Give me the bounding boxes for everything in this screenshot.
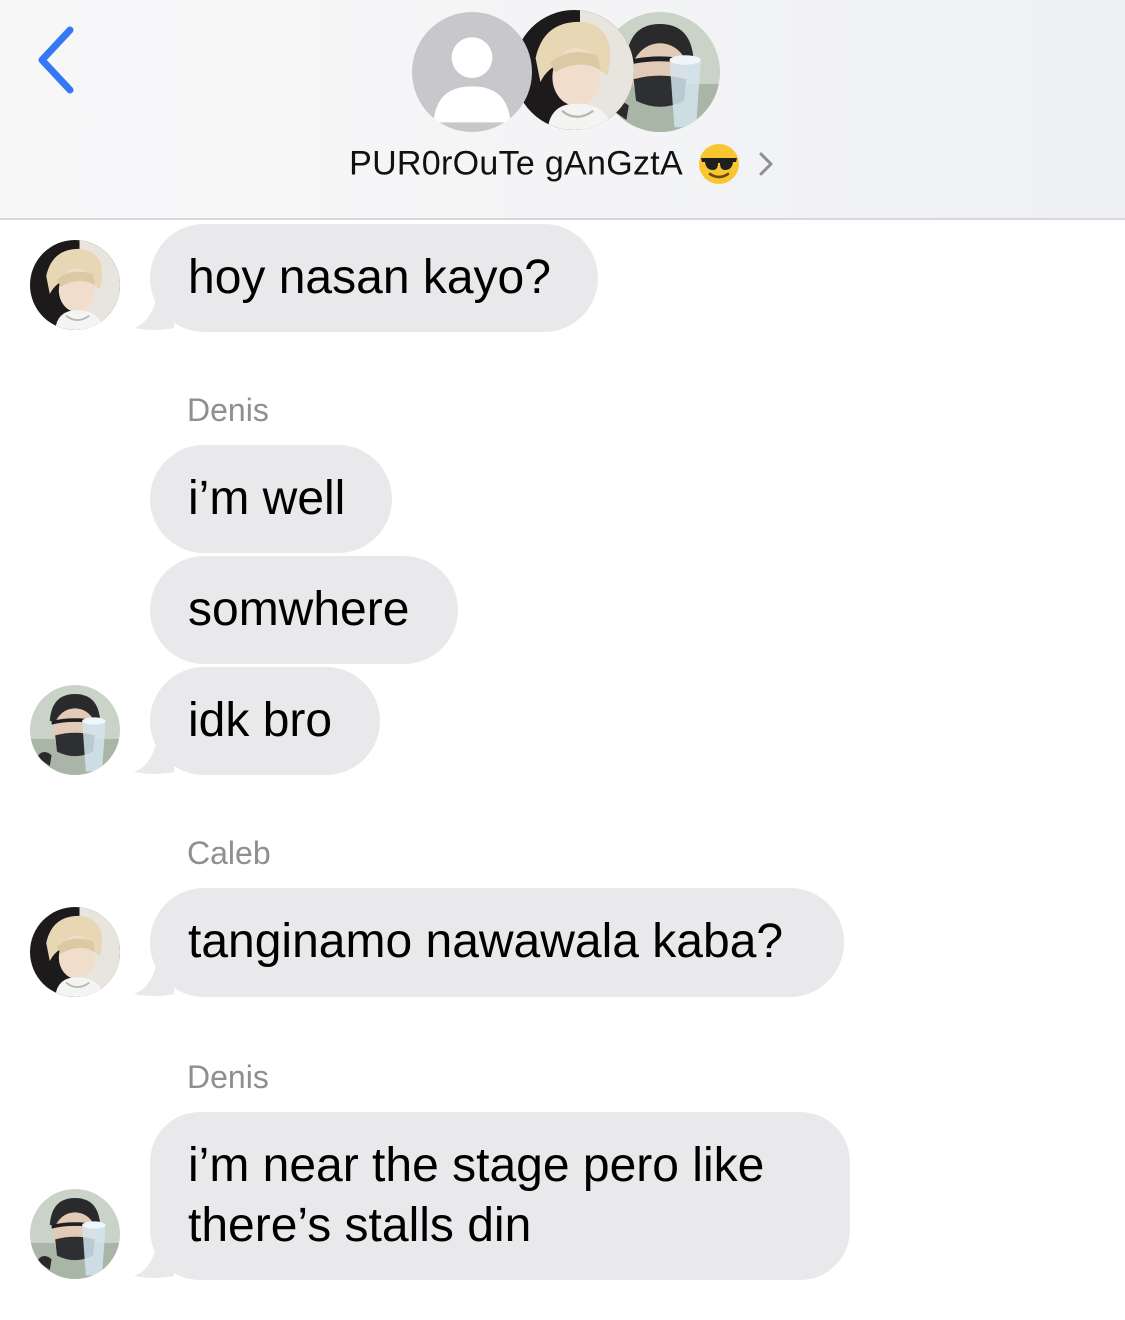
sender-name: Caleb (187, 835, 271, 871)
group-title-button[interactable]: PUR0rOuTe gAnGztA (0, 142, 1125, 192)
conversation-header: PUR0rOuTe gAnGztA (0, 0, 1125, 220)
sender-name: Denis (187, 1059, 269, 1095)
sender-avatar[interactable] (30, 685, 120, 775)
message-text: hoy nasan kayo? (188, 251, 551, 304)
message-text: i’m near the stage pero like there’s sta… (188, 1139, 765, 1252)
chevron-left-icon (38, 26, 74, 94)
sunglasses-emoji-icon (699, 144, 740, 184)
message-bubble[interactable]: i’m well (150, 445, 392, 553)
sender-name: Denis (187, 392, 269, 428)
sender-avatar[interactable] (30, 907, 120, 997)
message-bubble[interactable]: hoy nasan kayo? (150, 224, 598, 332)
group-avatars[interactable] (412, 10, 722, 134)
message-bubble[interactable]: i’m near the stage pero like there’s sta… (150, 1112, 850, 1280)
message-text: i’m well (188, 472, 346, 525)
message-bubble[interactable]: somwhere (150, 556, 458, 664)
message-text: idk bro (188, 694, 333, 747)
person-placeholder-icon (412, 12, 532, 132)
member-avatar-blonde (514, 10, 634, 130)
message-text: tanginamo nawawala kaba? (188, 915, 784, 968)
member-avatar-placeholder (412, 12, 532, 132)
group-title: PUR0rOuTe gAnGztA (349, 144, 683, 183)
message-text: somwhere (188, 583, 410, 636)
chevron-right-icon (759, 152, 773, 176)
sender-avatar[interactable] (30, 1189, 120, 1279)
message-bubble[interactable]: tanginamo nawawala kaba? (150, 888, 844, 997)
message-bubble[interactable]: idk bro (150, 667, 380, 775)
back-button[interactable] (30, 24, 90, 96)
sender-avatar[interactable] (30, 240, 120, 330)
